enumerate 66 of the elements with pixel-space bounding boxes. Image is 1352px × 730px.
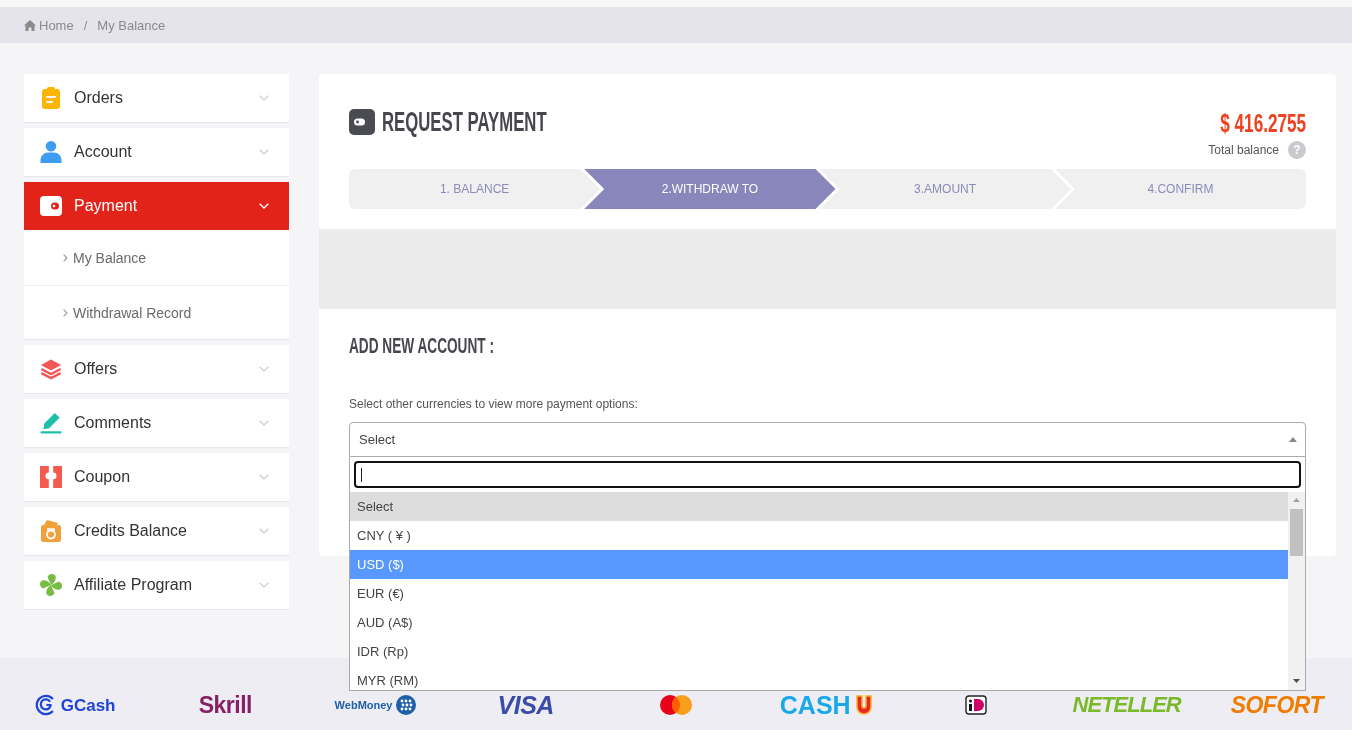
page-title: REQUEST PAYMENT (382, 108, 547, 136)
sidebar-item[interactable]: Coupon (24, 453, 289, 502)
sidebar-item[interactable]: Credits Balance (24, 507, 289, 556)
sidebar-item[interactable]: Comments (24, 399, 289, 448)
caret-icon (1289, 437, 1297, 442)
search-field[interactable] (354, 461, 1301, 488)
chevron-down-icon (259, 203, 269, 209)
breadcrumb-separator: / (83, 17, 88, 33)
u-shape-icon (854, 694, 873, 716)
logo-wordmark: CASH (779, 692, 851, 718)
overlapping-circles-icon (660, 695, 692, 715)
chevron-right-icon (63, 253, 68, 262)
balance-label: Total balance (1208, 143, 1279, 157)
sidebar-item[interactable]: Account (24, 128, 289, 177)
logo-wordmark: VISA (497, 692, 554, 718)
globe-icon (396, 695, 417, 715)
submenu-item[interactable]: My Balance (24, 230, 289, 285)
dropdown-option[interactable]: AUD (A$) (350, 608, 1288, 637)
breadcrumb-current: My Balance (97, 17, 166, 33)
person-icon (40, 141, 62, 163)
scroll-thumb[interactable] (1290, 509, 1303, 556)
wallet-icon (40, 195, 62, 217)
currency-select[interactable]: Select (349, 422, 1306, 457)
scrollbar[interactable] (1288, 492, 1305, 690)
dropdown-option[interactable]: Select (350, 492, 1288, 521)
scroll-down-icon[interactable] (1293, 679, 1300, 683)
wizard-step: 4.CONFIRM (1054, 169, 1306, 209)
chevron-down-icon (259, 366, 269, 372)
balance-amount: $ 416.2755 (1220, 109, 1306, 137)
wizard-step: 1. BALANCE (349, 169, 601, 209)
logo-wordmark: SOFORT (1230, 693, 1324, 717)
logo-wordmark: WebMoney (334, 699, 393, 711)
layers-icon (40, 358, 62, 380)
chevron-down-icon (259, 149, 269, 155)
chevron-down-icon (259, 582, 269, 588)
dropdown-option[interactable]: CNY ( ¥ ) (350, 521, 1288, 550)
text-cursor (361, 468, 362, 482)
bag-icon (40, 520, 62, 542)
dropdown-option[interactable]: MYR (RM) (350, 666, 1288, 690)
chevron-down-icon (259, 528, 269, 534)
submenu-item[interactable]: Withdrawal Record (24, 285, 289, 340)
rounded-tile-icon (965, 695, 988, 715)
pen-icon (40, 412, 62, 434)
dropdown-option[interactable]: EUR (€) (350, 579, 1288, 608)
field-hint: Select other currencies to view more payment options: (349, 397, 639, 412)
chevron-down-icon (259, 474, 269, 480)
sidebar-item[interactable]: Orders (24, 74, 289, 123)
scroll-up-icon[interactable] (1293, 498, 1300, 502)
wizard-step: 2.WITHDRAW TO (584, 169, 836, 209)
sidebar-item[interactable]: Offers (24, 345, 289, 394)
home-icon (24, 19, 36, 31)
logo-wordmark: Skrill (198, 693, 252, 717)
sidebar-item[interactable]: Payment (24, 182, 289, 230)
chevron-down-icon (259, 420, 269, 426)
wizard-step: 3.AMOUNT (819, 169, 1071, 209)
chevron-down-icon (259, 95, 269, 101)
logo-wordmark: NETELLER (1072, 694, 1181, 716)
logo-wordmark: GCash (60, 696, 116, 714)
clipboard-icon (40, 87, 62, 109)
sidebar-item[interactable]: Affiliate Program (24, 561, 289, 610)
section-heading: ADD NEW ACCOUNT : (349, 335, 494, 357)
pinwheel-icon (40, 574, 62, 596)
chevron-right-icon (63, 308, 68, 317)
wallet-icon (349, 109, 375, 135)
ticket-icon (40, 466, 62, 488)
dropdown-option[interactable]: IDR (Rp) (350, 637, 1288, 666)
